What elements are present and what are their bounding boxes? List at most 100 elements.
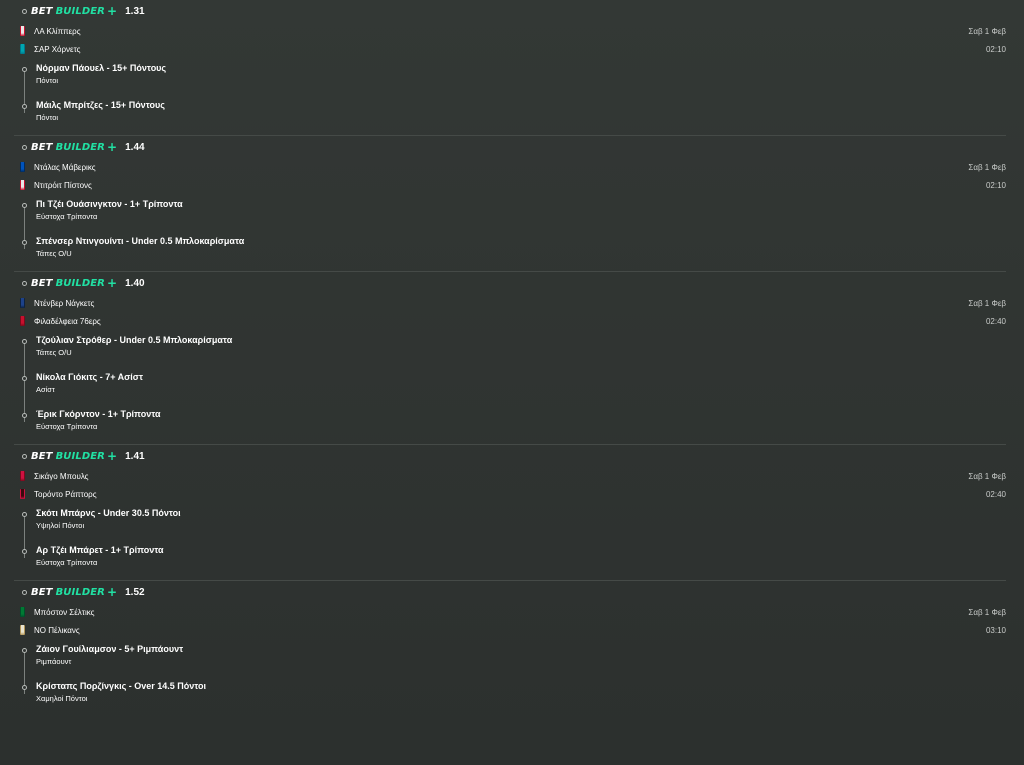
- selections-list: Νόρμαν Πάουελ - 15+ Πόντους Πόντοι Μάιλς Μ…: [14, 61, 1006, 135]
- selection-title: Μάιλς Μπρίτζες - 15+ Πόντους: [36, 100, 165, 110]
- match-time: 02:40: [985, 489, 1006, 499]
- logo-builder-text: BUILDER: [55, 277, 105, 289]
- team-row: Μπόστον Σέλτικς Σαβ 1 Φεβ: [14, 603, 1006, 621]
- team-jersey-icon: [20, 162, 25, 172]
- selection-market: Εύστοχα Τρίποντα: [36, 422, 98, 431]
- bet-odds[interactable]: 1.31: [125, 6, 144, 17]
- selection-dot-icon: [22, 648, 27, 653]
- selections-list: Τζούλιαν Στρόθερ - Under 0.5 Μπλοκαρίσμα…: [14, 333, 1006, 444]
- selection-market: Υψηλοί Πόντοι: [36, 521, 85, 530]
- selection-item: Τζούλιαν Στρόθερ - Under 0.5 Μπλοκαρίσμα…: [22, 333, 1006, 370]
- selection-market: Πόντοι: [36, 76, 59, 85]
- logo-bet-text: BET: [31, 141, 53, 153]
- selection-market: Χαμηλοί Πόντοι: [36, 694, 88, 703]
- team-jersey-icon: [20, 489, 25, 499]
- selection-dot-icon: [22, 240, 27, 245]
- team-name: Ντιτρόιτ Πίστονς: [34, 180, 92, 190]
- logo-bet-text: BET: [31, 5, 53, 17]
- logo-builder-text: BUILDER: [55, 141, 105, 153]
- match-date: Σαβ 1 Φεβ: [968, 471, 1006, 481]
- team-name: Ντάλας Μάβερικς: [34, 162, 96, 172]
- selection-title: Τζούλιαν Στρόθερ - Under 0.5 Μπλοκαρίσμα…: [36, 335, 233, 345]
- team-name: ΛΑ Κλίππερς: [34, 26, 81, 36]
- team-name: ΣΑΡ Χόρνετς: [34, 44, 81, 54]
- selection-title: Νόρμαν Πάουελ - 15+ Πόντους: [36, 63, 167, 73]
- team-row: Σικάγο Μπουλς Σαβ 1 Φεβ: [14, 467, 1006, 485]
- selection-title: Πι Τζέι Ουάσινγκτον - 1+ Τρίποντα: [36, 199, 183, 209]
- team-row: Φιλαδέλφεια 76ερς 02:40: [14, 312, 1006, 330]
- team-jersey-icon: [20, 44, 25, 54]
- team-name: Ντένβερ Νάγκετς: [34, 298, 95, 308]
- team-name: Μπόστον Σέλτικς: [34, 607, 95, 617]
- bet-odds[interactable]: 1.52: [125, 587, 144, 598]
- plus-icon: +: [106, 140, 118, 154]
- logo-bet-text: BET: [31, 586, 53, 598]
- selection-item: Αρ Τζέι Μπάρετ - 1+ Τρίποντα Εύστοχα Τρίπ…: [22, 543, 1006, 580]
- selection-dot-icon: [22, 104, 27, 109]
- selection-item: Έρικ Γκόρντον - 1+ Τρίποντα Εύστοχα Τρίπο…: [22, 407, 1006, 444]
- bet-builder-logo: BET BUILDER +: [31, 5, 117, 17]
- bet-builder-card[interactable]: BET BUILDER + 1.31 ΛΑ Κλίππερς Σαβ 1 Φεβ ΣΑΡ Χ…: [14, 0, 1006, 136]
- selection-market: Εύστοχα Τρίποντα: [36, 212, 98, 221]
- bet-odds[interactable]: 1.44: [125, 142, 144, 153]
- team-row: ΛΑ Κλίππερς Σαβ 1 Φεβ: [14, 22, 1006, 40]
- selections-list: Ζάιον Γουίλιαμσον - 5+ Ριμπάουντ Ριμπάουν…: [14, 642, 1006, 716]
- bet-builder-card[interactable]: BET BUILDER + 1.41 Σικάγο Μπουλς Σαβ 1 Φεβ Τορ…: [14, 445, 1006, 581]
- selections-list: Πι Τζέι Ουάσινγκτον - 1+ Τρίποντα Εύστοχα…: [14, 197, 1006, 271]
- selection-item: Νόρμαν Πάουελ - 15+ Πόντους Πόντοι: [22, 61, 1006, 98]
- selection-title: Κρίσταπς Πορζίνγκις - Over 14.5 Πόντοι: [36, 681, 207, 691]
- bet-builder-list: BET BUILDER +1.31 ΛΑ Κλίππερς Σαβ 1 Φεβ ΣΑΡ Χ…: [0, 0, 1024, 765]
- plus-icon: +: [106, 585, 118, 599]
- selection-dot-icon: [22, 413, 27, 418]
- selection-item: Νίκολα Γιόκιτς - 7+ Ασίστ Ασίστ: [22, 370, 1006, 407]
- team-jersey-icon: [20, 26, 25, 36]
- selections-list: Σκότι Μπάρνς - Under 30.5 Πόντοι Υψηλοί Π…: [14, 506, 1006, 580]
- team-row: Ντάλας Μάβερικς Σαβ 1 Φεβ: [14, 158, 1006, 176]
- match-date: Σαβ 1 Φεβ: [968, 607, 1006, 617]
- header-dot-icon: [22, 144, 27, 150]
- match-time: 02:10: [985, 44, 1006, 54]
- bet-header: BET BUILDER +1.44: [14, 140, 1006, 154]
- header-dot-icon: [22, 453, 27, 459]
- selection-market: Πόντοι: [36, 113, 59, 122]
- selection-market: Τάπες O/U: [36, 348, 72, 357]
- selection-title: Νίκολα Γιόκιτς - 7+ Ασίστ: [36, 372, 143, 382]
- bet-builder-logo: BET BUILDER +: [31, 585, 118, 599]
- logo-builder-text: BUILDER: [55, 450, 105, 462]
- bet-builder-card[interactable]: BET BUILDER +1.52 Μπόστον Σέλτικς Σαβ 1 Φεβ Ν…: [14, 581, 1006, 716]
- selection-item: Πι Τζέι Ουάσινγκτον - 1+ Τρίποντα Εύστοχα…: [22, 197, 1006, 234]
- selection-market: Εύστοχα Τρίποντα: [36, 558, 98, 567]
- selection-item: Κρίσταπς Πορζίνγκις - Over 14.5 Πόντοι Χα…: [22, 679, 1006, 716]
- team-row: Τορόντο Ράπτορς 02:40: [14, 485, 1006, 503]
- bet-odds[interactable]: 1.40: [125, 278, 144, 289]
- plus-icon: +: [106, 276, 118, 290]
- selection-market: Ασίστ: [36, 385, 55, 394]
- team-jersey-icon: [20, 180, 25, 190]
- bet-header: BET BUILDER + 1.31: [14, 4, 1006, 18]
- bet-header: BET BUILDER +1.52: [14, 585, 1006, 599]
- team-row: ΝΟ Πέλικανς 03:10: [14, 621, 1006, 639]
- bet-builder-card[interactable]: BET BUILDER +1.40 Ντένβερ Νάγκετς Σαβ 1 Φεβ Φ…: [14, 272, 1006, 445]
- logo-builder-text: BUILDER: [55, 5, 105, 17]
- selection-dot-icon: [22, 67, 27, 72]
- team-name: ΝΟ Πέλικανς: [34, 625, 80, 635]
- team-jersey-icon: [20, 298, 25, 308]
- bet-builder-logo: BET BUILDER +: [31, 450, 117, 462]
- selection-title: Έρικ Γκόρντον - 1+ Τρίποντα: [36, 409, 161, 419]
- selection-title: Σκότι Μπάρνς - Under 30.5 Πόντοι: [36, 508, 181, 518]
- selection-dot-icon: [22, 376, 27, 381]
- team-jersey-icon: [20, 607, 25, 617]
- selection-title: Σπένσερ Ντινγουίντι - Under 0.5 Μπλοκαρί…: [36, 236, 245, 246]
- selection-title: Ζάιον Γουίλιαμσον - 5+ Ριμπάουντ: [36, 644, 184, 654]
- logo-builder-text: BUILDER: [55, 586, 105, 598]
- selection-dot-icon: [22, 685, 27, 690]
- match-date: Σαβ 1 Φεβ: [968, 298, 1006, 308]
- logo-bet-text: BET: [31, 277, 53, 289]
- bet-odds[interactable]: 1.41: [125, 451, 144, 462]
- selection-dot-icon: [22, 203, 27, 208]
- selection-title: Αρ Τζέι Μπάρετ - 1+ Τρίποντα: [36, 545, 164, 555]
- match-time: 02:40: [985, 316, 1006, 326]
- bet-builder-card[interactable]: BET BUILDER +1.44 Ντάλας Μάβερικς Σαβ 1 Φεβ Ν…: [14, 136, 1006, 272]
- team-jersey-icon: [20, 471, 25, 481]
- selection-item: Μάιλς Μπρίτζες - 15+ Πόντους Πόντοι: [22, 98, 1006, 135]
